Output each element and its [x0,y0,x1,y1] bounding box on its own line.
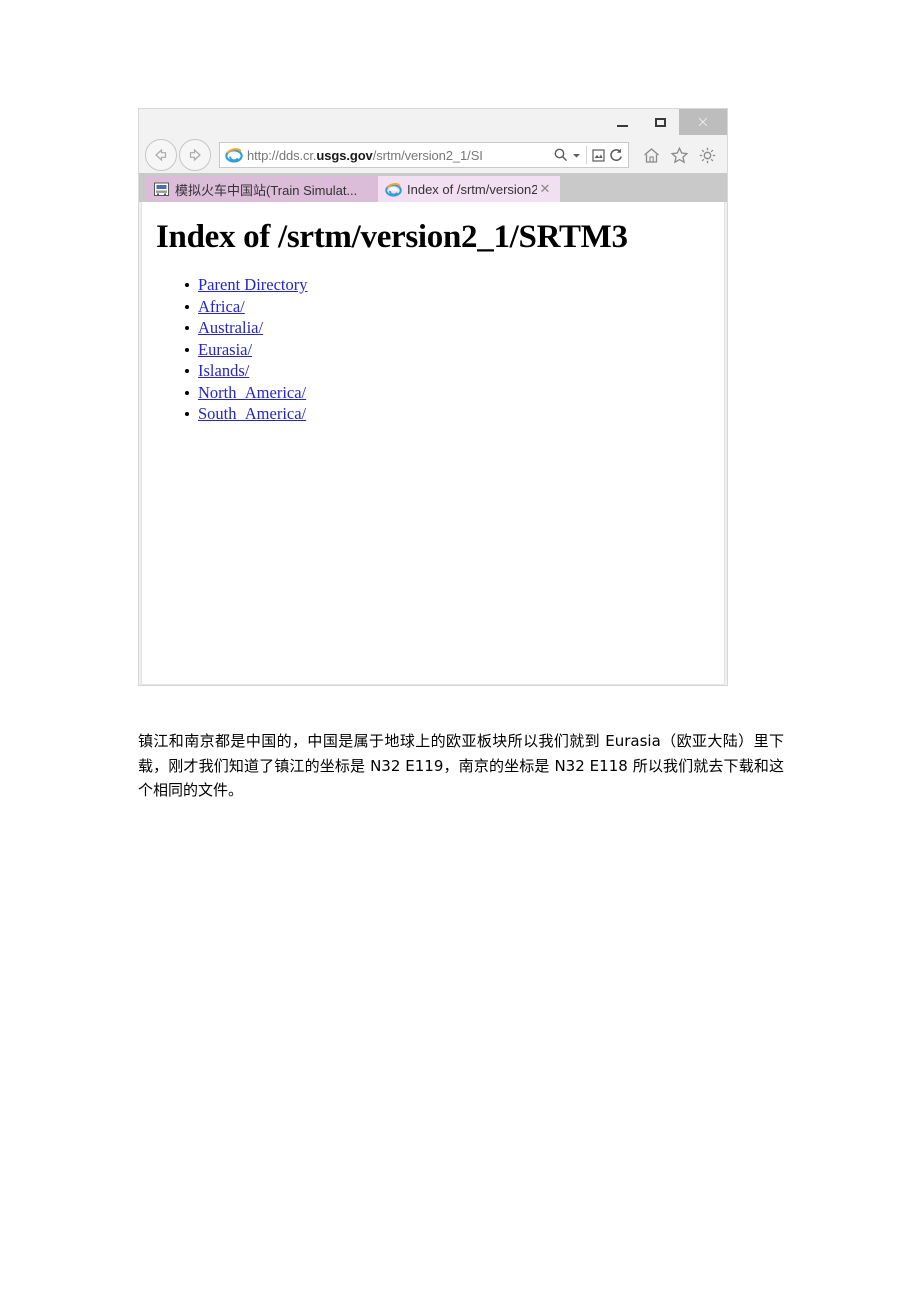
link-north-america[interactable]: North_America/ [198,383,306,402]
address-divider [586,146,587,164]
tab-strip: 模拟火车中国站(Train Simulat... Index of /srtm/… [139,173,727,202]
train-icon [154,182,169,196]
link-australia[interactable]: Australia/ [198,318,263,337]
tab-index-srtm[interactable]: Index of /srtm/version2_... ✕ [378,176,560,202]
browser-tool-icons [633,141,721,169]
navigation-toolbar: http://dds.cr.usgs.gov/srtm/version2_1/S… [139,137,727,173]
list-item: Africa/ [185,296,724,318]
list-item: South_America/ [185,403,724,425]
link-parent-directory[interactable]: Parent Directory [198,275,308,294]
maximize-button[interactable] [641,109,679,135]
compatibility-view-icon[interactable] [591,148,606,163]
list-item: Eurasia/ [185,339,724,361]
tab-label: 模拟火车中国站(Train Simulat... [175,182,358,198]
url-domain: usgs.gov [316,147,373,163]
title-bar: × [139,109,727,137]
tab-train-simulator[interactable]: 模拟火车中国站(Train Simulat... [146,176,378,202]
back-arrow-icon [155,148,167,162]
directory-listing: Parent Directory Africa/ Australia/ Eura… [142,274,724,425]
list-item: Australia/ [185,317,724,339]
window-controls: × [603,109,727,137]
home-icon[interactable] [637,141,665,169]
forward-button[interactable] [179,139,211,171]
link-south-america[interactable]: South_America/ [198,404,306,423]
tab-strip-empty-area [560,176,727,202]
url-text: http://dds.cr.usgs.gov/srtm/version2_1/S… [247,148,552,163]
list-item: North_America/ [185,382,724,404]
refresh-icon[interactable] [608,147,624,163]
page-title: Index of /srtm/version2_1/SRTM3 [156,219,628,255]
back-button[interactable] [145,139,177,171]
link-islands[interactable]: Islands/ [198,361,249,380]
link-africa[interactable]: Africa/ [198,297,245,316]
ie-icon [225,148,243,163]
address-bar[interactable]: http://dds.cr.usgs.gov/srtm/version2_1/S… [219,142,629,168]
browser-window: × http://dds.cr.usgs.gov/srtm/version2_1… [138,108,728,686]
tab-label: Index of /srtm/version2_... [407,181,537,197]
link-eurasia[interactable]: Eurasia/ [198,340,252,359]
url-suffix: /srtm/version2_1/SI [372,147,483,163]
gear-icon[interactable] [693,141,721,169]
search-icon[interactable] [553,147,569,163]
list-item: Parent Directory [185,274,724,296]
url-prefix: http://dds.cr. [247,147,317,163]
body-paragraph: 镇江和南京都是中国的，中国是属于地球上的欧亚板块所以我们就到 Eurasia（欧… [138,732,784,799]
star-icon[interactable] [665,141,693,169]
page-content: Index of /srtm/version2_1/SRTM3 Parent D… [141,202,725,685]
close-button[interactable]: × [679,109,727,135]
ie-icon [385,182,402,197]
tab-close-icon[interactable]: ✕ [537,182,553,197]
forward-arrow-icon [189,148,201,162]
list-item: Islands/ [185,360,724,382]
chevron-down-icon[interactable] [571,150,582,161]
minimize-button[interactable] [603,109,641,135]
